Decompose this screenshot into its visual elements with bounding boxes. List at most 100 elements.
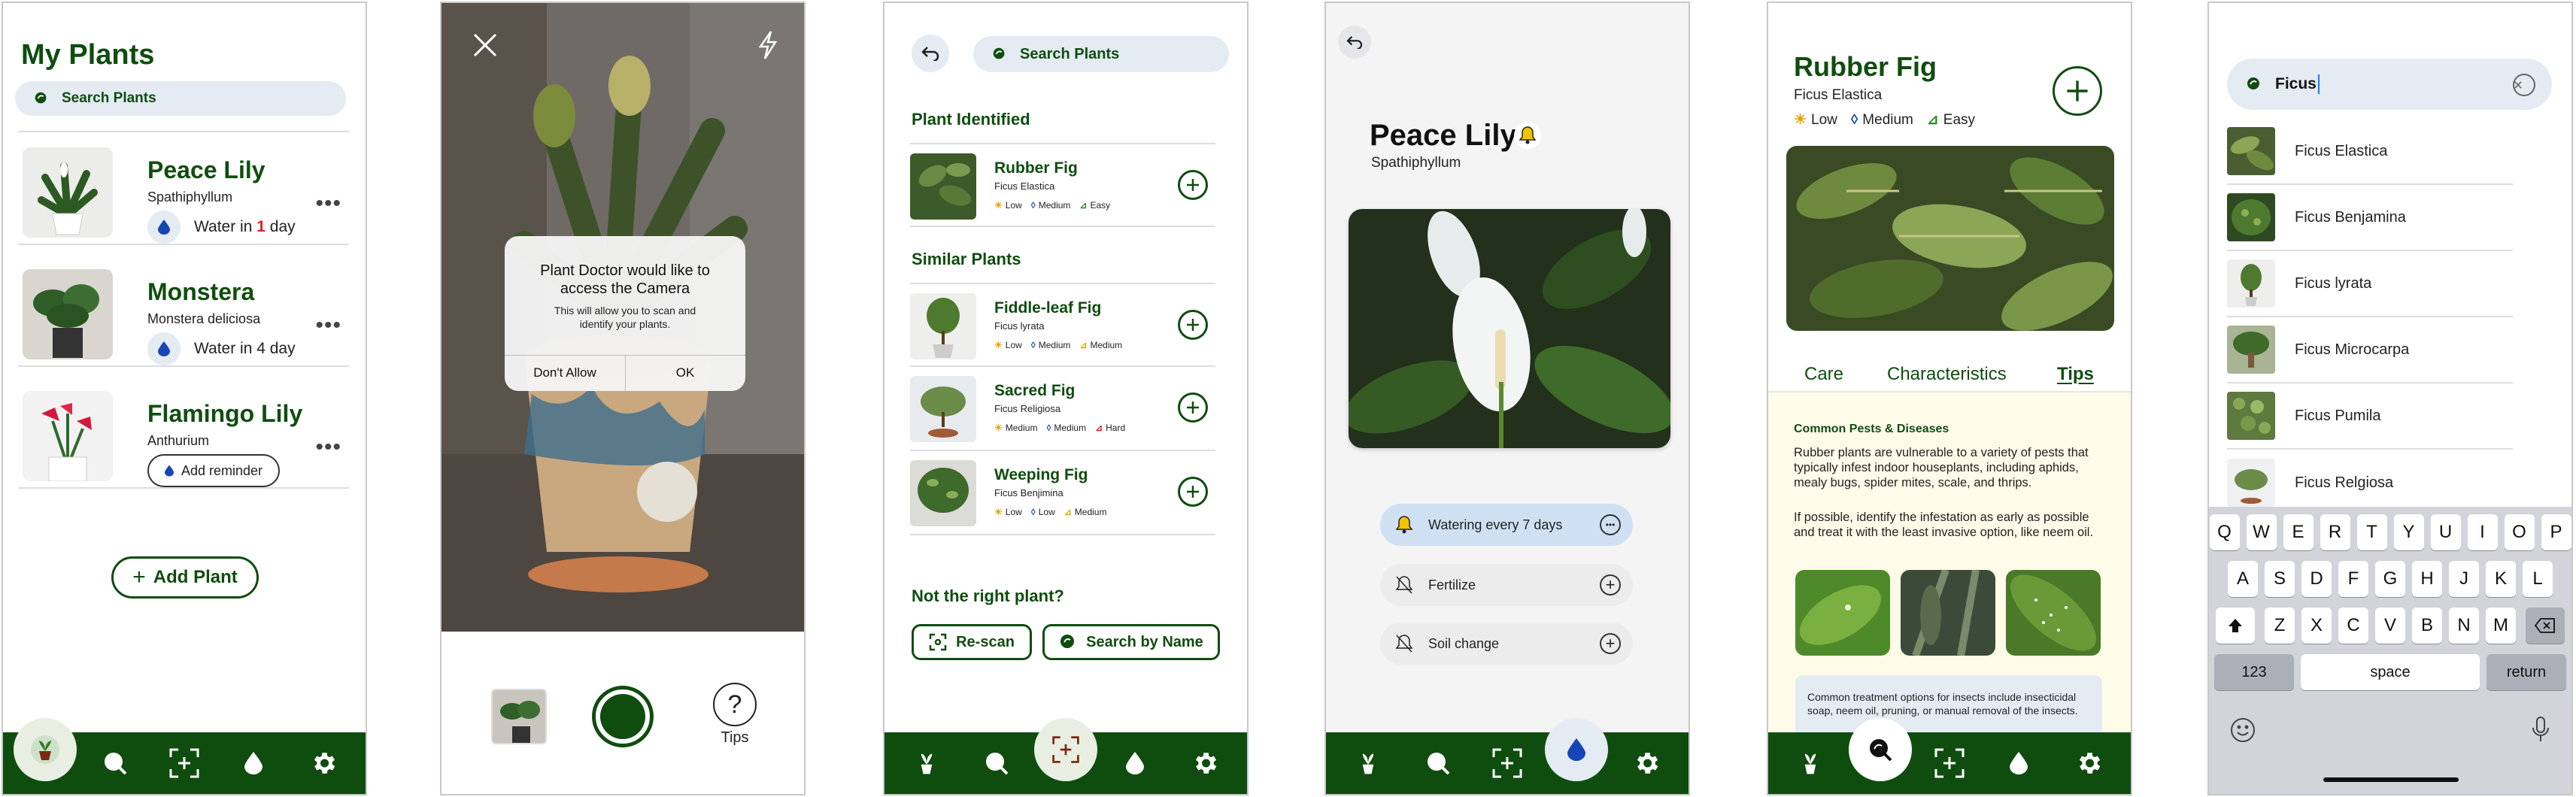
key-h[interactable]: H bbox=[2412, 561, 2442, 597]
key-e[interactable]: E bbox=[2283, 514, 2314, 550]
more-options-icon[interactable]: ••• bbox=[1600, 514, 1621, 535]
search-bar[interactable]: Search Plants bbox=[15, 81, 346, 116]
nav-water[interactable] bbox=[1996, 741, 2041, 786]
nav-scan[interactable] bbox=[162, 741, 207, 786]
more-options-icon[interactable]: ••• bbox=[315, 314, 341, 337]
list-item[interactable]: Flamingo Lily Anthurium Add reminder ••• bbox=[18, 376, 349, 489]
key-f[interactable]: F bbox=[2338, 561, 2368, 597]
shift-key[interactable] bbox=[2216, 608, 2255, 644]
add-plant-button[interactable] bbox=[1178, 310, 1208, 340]
search-input[interactable]: Ficus bbox=[2227, 59, 2552, 110]
flash-icon[interactable] bbox=[757, 30, 778, 64]
clear-icon[interactable] bbox=[2513, 74, 2535, 96]
nav-water[interactable] bbox=[1545, 718, 1609, 786]
search-bar[interactable]: Search Plants bbox=[973, 36, 1229, 72]
similar-plant-row[interactable]: Sacred Fig Ficus Religiosa ☀ Medium ◊ Medi… bbox=[910, 367, 1215, 451]
nav-settings[interactable] bbox=[2066, 741, 2111, 786]
search-by-name-button[interactable]: Search by Name bbox=[1042, 624, 1220, 660]
suggestion-item[interactable]: Ficus Elastica bbox=[2227, 119, 2513, 185]
key-o[interactable]: O bbox=[2504, 514, 2535, 550]
key-u[interactable]: U bbox=[2430, 514, 2461, 550]
key-x[interactable]: X bbox=[2301, 608, 2332, 644]
nav-water[interactable] bbox=[231, 741, 276, 786]
key-i[interactable]: I bbox=[2467, 514, 2498, 550]
identified-plant-row[interactable]: Rubber Fig Ficus Elastica ☀ Low ◊ Medium ⊿… bbox=[910, 143, 1215, 227]
tab-tips[interactable]: Tips bbox=[2057, 364, 2094, 385]
suggestion-item[interactable]: Ficus lyrata bbox=[2227, 251, 2513, 317]
shutter-button[interactable] bbox=[592, 686, 654, 747]
more-options-icon[interactable]: ••• bbox=[315, 436, 341, 459]
pest-photo[interactable] bbox=[1901, 570, 1995, 656]
key-r[interactable]: R bbox=[2320, 514, 2350, 550]
key-c[interactable]: C bbox=[2338, 608, 2368, 644]
suggestion-item[interactable]: Ficus Benjamina bbox=[2227, 185, 2513, 251]
more-options-icon[interactable]: ••• bbox=[315, 192, 341, 215]
plus-icon[interactable]: + bbox=[1600, 574, 1621, 595]
key-q[interactable]: Q bbox=[2209, 514, 2240, 550]
ok-button[interactable]: OK bbox=[625, 355, 745, 391]
nav-scan[interactable] bbox=[1927, 741, 1972, 786]
key-j[interactable]: J bbox=[2449, 561, 2479, 597]
space-key[interactable]: space bbox=[2301, 654, 2480, 690]
key-m[interactable]: M bbox=[2486, 608, 2516, 644]
nav-scan[interactable] bbox=[1485, 741, 1530, 786]
tab-care[interactable]: Care bbox=[1804, 364, 1843, 385]
nav-my-plants[interactable] bbox=[1788, 741, 1833, 786]
nav-scan[interactable] bbox=[1033, 718, 1097, 786]
nav-search[interactable] bbox=[1415, 741, 1461, 786]
key-v[interactable]: V bbox=[2375, 608, 2405, 644]
nav-search[interactable] bbox=[974, 741, 1019, 786]
add-plant-button[interactable] bbox=[2053, 66, 2102, 116]
key-k[interactable]: K bbox=[2486, 561, 2516, 597]
pest-photo[interactable] bbox=[1795, 570, 1890, 656]
close-icon[interactable] bbox=[472, 32, 499, 62]
key-b[interactable]: B bbox=[2412, 608, 2442, 644]
key-g[interactable]: G bbox=[2375, 561, 2405, 597]
microphone-icon[interactable] bbox=[2531, 716, 2550, 747]
nav-my-plants[interactable] bbox=[14, 718, 77, 786]
key-a[interactable]: A bbox=[2228, 561, 2258, 597]
nav-search[interactable] bbox=[1848, 718, 1912, 786]
back-button[interactable] bbox=[1338, 26, 1371, 59]
similar-plant-row[interactable]: Weeping Fig Ficus Benjimina ☀ Low ◊ Low ⊿ M… bbox=[910, 451, 1215, 535]
key-y[interactable]: Y bbox=[2393, 514, 2424, 550]
add-plant-button[interactable] bbox=[1178, 392, 1208, 423]
key-z[interactable]: Z bbox=[2265, 608, 2295, 644]
backspace-key[interactable] bbox=[2526, 608, 2565, 644]
reminder-watering[interactable]: Watering every 7 days ••• bbox=[1380, 504, 1633, 546]
reminder-fertilize[interactable]: Fertilize + bbox=[1380, 564, 1633, 606]
key-n[interactable]: N bbox=[2449, 608, 2479, 644]
reminder-soil-change[interactable]: Soil change + bbox=[1380, 623, 1633, 665]
numbers-key[interactable]: 123 bbox=[2214, 654, 2294, 690]
tips-button[interactable]: ? Tips bbox=[705, 683, 765, 758]
key-w[interactable]: W bbox=[2246, 514, 2277, 550]
key-t[interactable]: T bbox=[2356, 514, 2387, 550]
nav-settings[interactable] bbox=[301, 741, 346, 786]
add-plant-button[interactable] bbox=[1178, 170, 1208, 200]
key-l[interactable]: L bbox=[2523, 561, 2553, 597]
rescan-button[interactable]: Re-scan bbox=[912, 624, 1032, 660]
back-button[interactable] bbox=[912, 35, 949, 72]
nav-settings[interactable] bbox=[1182, 741, 1227, 786]
bell-icon[interactable] bbox=[1514, 122, 1541, 149]
suggestion-item[interactable]: Ficus Microcarpa bbox=[2227, 317, 2513, 383]
list-item[interactable]: Monstera Monstera deliciosa Water in 4 d… bbox=[18, 254, 349, 367]
suggestion-item[interactable]: Ficus Pumila bbox=[2227, 383, 2513, 450]
add-plant-button[interactable] bbox=[1178, 477, 1208, 507]
list-item[interactable]: Peace Lily Spathiphyllum Water in 1 day … bbox=[18, 132, 349, 245]
key-p[interactable]: P bbox=[2541, 514, 2571, 550]
pest-photo[interactable] bbox=[2006, 570, 2101, 656]
suggestion-item[interactable]: Ficus Relgiosa bbox=[2227, 450, 2513, 516]
nav-my-plants[interactable] bbox=[904, 741, 949, 786]
tab-characteristics[interactable]: Characteristics bbox=[1887, 364, 2007, 385]
dont-allow-button[interactable]: Don't Allow bbox=[505, 355, 625, 391]
nav-water[interactable] bbox=[1112, 741, 1158, 786]
similar-plant-row[interactable]: Fiddle-leaf Fig Ficus lyrata ☀ Low ◊ Mediu… bbox=[910, 283, 1215, 367]
add-plant-button[interactable]: + Add Plant bbox=[111, 556, 259, 599]
nav-search[interactable] bbox=[93, 741, 138, 786]
key-s[interactable]: S bbox=[2265, 561, 2295, 597]
add-reminder-button[interactable]: Add reminder bbox=[147, 454, 280, 487]
nav-settings[interactable] bbox=[1624, 741, 1669, 786]
key-d[interactable]: D bbox=[2301, 561, 2332, 597]
plus-icon[interactable]: + bbox=[1600, 633, 1621, 654]
